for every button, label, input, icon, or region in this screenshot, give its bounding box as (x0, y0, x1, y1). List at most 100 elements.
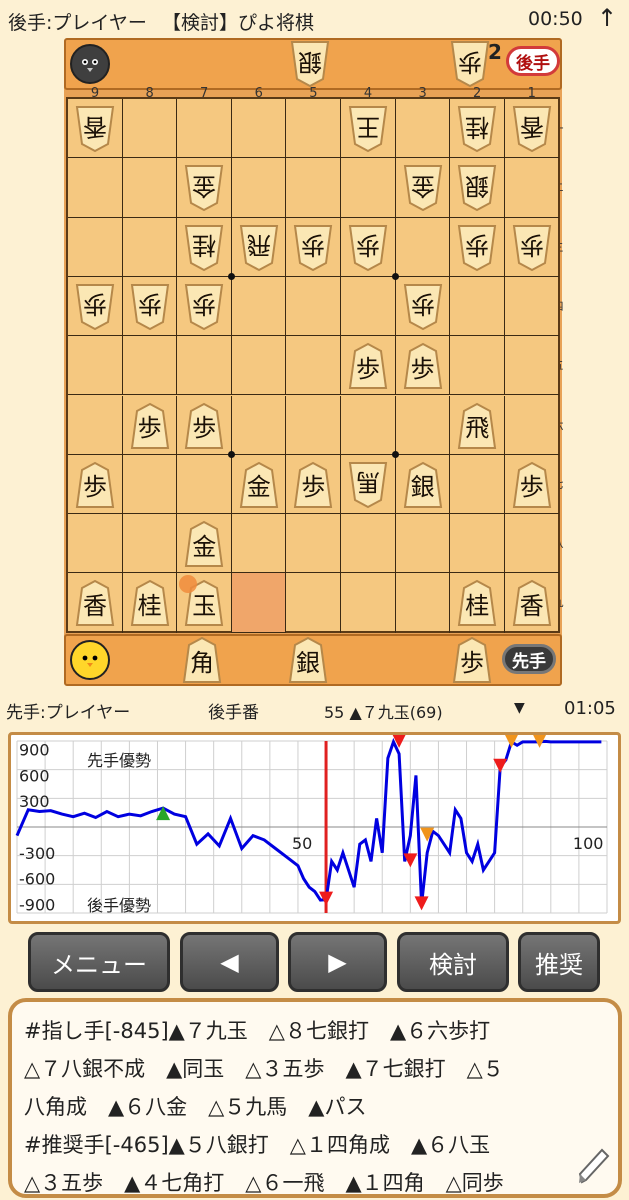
board-square[interactable] (122, 514, 178, 574)
recommend-button[interactable]: 推奨 (518, 932, 600, 992)
board-piece[interactable]: 香 (512, 579, 552, 627)
board-square[interactable] (504, 277, 560, 337)
board-square[interactable] (122, 99, 178, 159)
board-square[interactable] (231, 276, 287, 337)
board-piece[interactable]: 桂 (457, 105, 497, 153)
board-square[interactable] (504, 514, 560, 574)
eval-chart-svg[interactable]: 900 600 300 -300 -600 -900 50 100 先手優勢後手優勢 (11, 733, 618, 921)
board-piece[interactable]: 歩 (130, 402, 170, 450)
board-piece[interactable]: 銀 (457, 164, 497, 212)
piece-label: 銀 (296, 648, 320, 677)
gote-hand-piece[interactable]: 銀 (290, 40, 330, 88)
chevron-down-icon[interactable]: ▼ (514, 700, 525, 716)
sente-hand-piece[interactable]: 角 (182, 636, 222, 684)
board-square[interactable] (231, 158, 287, 218)
board-piece[interactable]: 飛 (457, 402, 497, 450)
board-square[interactable] (450, 514, 505, 574)
board-square[interactable] (504, 396, 560, 455)
board-square[interactable] (231, 99, 287, 159)
board-piece[interactable]: 歩 (403, 283, 443, 331)
board-square[interactable] (68, 514, 123, 574)
board-square[interactable] (341, 514, 396, 574)
board-square[interactable] (395, 514, 451, 574)
board-square[interactable] (177, 336, 232, 396)
board-square[interactable] (504, 336, 560, 396)
board-square[interactable] (122, 217, 178, 277)
board-square[interactable] (286, 395, 341, 455)
board-square[interactable] (341, 158, 396, 218)
board-square[interactable] (450, 336, 505, 396)
board-square[interactable] (231, 395, 287, 455)
board-square[interactable] (395, 395, 451, 455)
board-square[interactable] (450, 454, 505, 515)
board-piece[interactable]: 金 (184, 164, 224, 212)
board-square[interactable] (286, 158, 341, 218)
board-square[interactable] (231, 336, 287, 396)
board-piece[interactable]: 桂 (457, 579, 497, 627)
board-piece[interactable]: 歩 (512, 224, 552, 272)
board-piece[interactable]: 飛 (239, 224, 279, 272)
board-square[interactable] (122, 454, 178, 515)
board-square[interactable] (395, 99, 451, 159)
board-square[interactable] (232, 573, 287, 633)
board-square[interactable] (286, 276, 341, 337)
board-square[interactable] (122, 158, 178, 218)
board-piece[interactable]: 金 (403, 164, 443, 212)
board-square[interactable] (68, 158, 123, 218)
board-square[interactable] (68, 395, 123, 455)
gote-hand-piece[interactable]: 歩 (450, 40, 490, 88)
comment-panel[interactable]: #指し手[-845]▲７九玉 △８七銀打 ▲６六歩打 △７八銀不成 ▲同玉 △３… (8, 998, 622, 1198)
board-piece[interactable]: 香 (75, 105, 115, 153)
board-piece[interactable]: 歩 (512, 461, 552, 509)
board-piece[interactable]: 歩 (75, 461, 115, 509)
board-piece[interactable]: 歩 (293, 224, 333, 272)
board-piece[interactable]: 香 (75, 579, 115, 627)
board-piece[interactable]: 桂 (184, 224, 224, 272)
board-piece[interactable]: 歩 (293, 461, 333, 509)
board-piece[interactable]: 歩 (130, 283, 170, 331)
board-square[interactable] (396, 573, 451, 633)
board-piece[interactable]: 歩 (348, 342, 388, 390)
board-square[interactable] (177, 99, 232, 159)
board-square[interactable] (68, 336, 123, 396)
board-square[interactable] (395, 217, 451, 277)
board-square[interactable] (177, 454, 232, 515)
next-button[interactable]: ▶ (288, 932, 387, 992)
prev-button[interactable]: ◀ (180, 932, 279, 992)
board-square[interactable] (341, 573, 396, 633)
pencil-icon[interactable] (576, 1146, 612, 1186)
menu-button[interactable]: メニュー (28, 932, 170, 992)
sente-hand-piece[interactable]: 歩 (452, 636, 492, 684)
up-arrow-icon[interactable]: ↑ (597, 4, 617, 32)
board-piece[interactable]: 歩 (403, 342, 443, 390)
board-piece[interactable]: 歩 (457, 224, 497, 272)
board-square[interactable] (231, 514, 287, 574)
board-square[interactable] (504, 158, 560, 218)
board-piece[interactable]: 歩 (348, 224, 388, 272)
board-piece[interactable]: 桂 (130, 579, 170, 627)
board-piece[interactable]: 銀 (403, 461, 443, 509)
board-piece[interactable]: 香 (512, 105, 552, 153)
board-square[interactable] (341, 276, 396, 337)
sente-hand-piece[interactable]: 銀 (288, 636, 328, 684)
evaluation-graph[interactable]: 900 600 300 -300 -600 -900 50 100 先手優勢 後手優勢 (8, 732, 621, 924)
board-piece[interactable]: 金 (184, 520, 224, 568)
board-piece[interactable]: 馬 (348, 461, 388, 509)
board-piece[interactable]: 歩 (184, 402, 224, 450)
board-piece[interactable]: 金 (239, 461, 279, 509)
board-piece[interactable]: 歩 (75, 283, 115, 331)
board-square[interactable] (286, 336, 341, 396)
board-square[interactable] (68, 217, 123, 277)
board-square[interactable] (286, 573, 341, 633)
board-piece[interactable]: 王 (348, 105, 388, 153)
board-square[interactable] (341, 395, 396, 455)
board-piece[interactable]: 歩 (184, 283, 224, 331)
sente-avatar (70, 640, 110, 680)
board-square[interactable] (122, 336, 178, 396)
current-move-label[interactable]: 55 ▲７九玉(69) (324, 699, 443, 723)
analyze-button[interactable]: 検討 (397, 932, 509, 992)
board-square[interactable] (286, 514, 341, 574)
board-square[interactable] (450, 276, 505, 337)
board-square[interactable] (286, 99, 341, 159)
shogi-board[interactable]: 香王桂香金金銀桂飛歩歩歩歩歩歩歩歩歩歩歩歩飛歩金歩馬銀歩金香桂玉桂香 (66, 97, 560, 633)
